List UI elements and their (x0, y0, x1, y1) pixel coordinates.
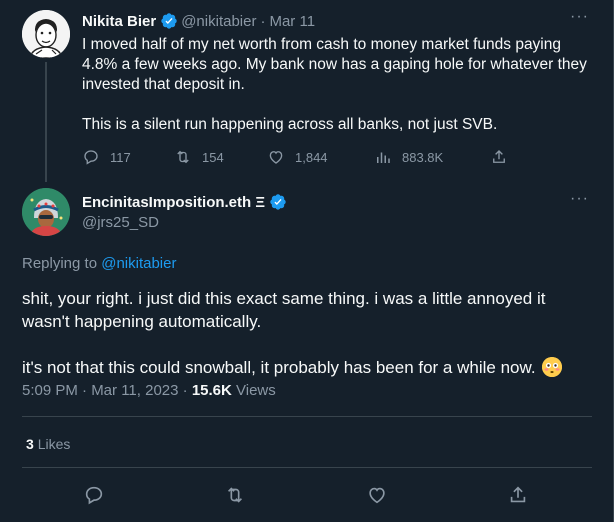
retweet-icon (227, 487, 243, 503)
replying-to-link[interactable]: @nikitabier (101, 255, 176, 272)
views-button[interactable]: 883.8K (374, 148, 443, 166)
retweet-button[interactable]: 154 (174, 148, 224, 166)
author-handle[interactable]: @jrs25_SD (82, 214, 159, 231)
reply-button[interactable] (83, 484, 105, 506)
tweet-paragraph: it's not that this could snowball, it pr… (22, 356, 592, 379)
replying-to: Replying to @nikitabier (22, 255, 176, 272)
avatar[interactable] (22, 10, 70, 58)
main-tweet-author: EncinitasImposition.eth Ξ (82, 193, 290, 211)
like-icon (369, 487, 385, 504)
views-count: 883.8K (402, 149, 444, 165)
replying-to-prefix: Replying to (22, 255, 98, 272)
tweet-date[interactable]: Mar 11 (269, 13, 315, 30)
thread-connector (45, 62, 47, 182)
reply-icon (85, 486, 103, 505)
author-name[interactable]: Nikita Bier (82, 13, 156, 30)
reply-icon (84, 150, 98, 165)
more-icon[interactable]: ··· (570, 190, 589, 208)
avatar-illustration (22, 188, 70, 236)
reply-count: 117 (110, 149, 131, 165)
verified-icon (160, 12, 178, 30)
divider (22, 467, 592, 468)
divider (22, 416, 592, 417)
like-button[interactable] (366, 484, 388, 506)
main-tweet-actions (0, 484, 614, 506)
tweet-paragraph-text: it's not that this could snowball, it pr… (22, 358, 536, 377)
parent-tweet-header: Nikita Bier @nikitabier · Mar 11 (82, 12, 315, 30)
views-count: 15.6K (191, 382, 232, 399)
avatar[interactable] (22, 188, 70, 236)
retweet-count: 154 (202, 149, 224, 165)
retweet-button[interactable] (224, 484, 246, 506)
likes-label: Likes (37, 436, 71, 452)
tweet-meta: 5:09 PM · Mar 11, 2023 · 15.6K Views (22, 382, 276, 399)
like-icon (269, 151, 283, 164)
tweet-text: I moved half of my net worth from cash t… (82, 36, 587, 133)
tweet-timestamp[interactable]: 5:09 PM · Mar 11, 2023 (22, 382, 178, 399)
tweet-paragraph: shit, your right. i just did this exact … (22, 289, 546, 331)
reply-button[interactable]: 117 (82, 148, 131, 166)
tweet-actions: 117 154 1,844 883.8K (82, 148, 522, 168)
likes-summary[interactable]: 3 Likes (26, 436, 70, 452)
likes-count: 3 (26, 436, 34, 452)
share-button[interactable] (507, 484, 529, 506)
flushed-face-emoji (541, 357, 562, 377)
share-button[interactable] (490, 148, 518, 166)
author-handle[interactable]: @nikitabier (181, 13, 256, 30)
verified-icon (269, 193, 287, 211)
separator-dot: · (260, 12, 266, 30)
avatar-illustration (22, 10, 70, 58)
author-name[interactable]: EncinitasImposition.eth Ξ (82, 194, 265, 211)
views-icon (377, 152, 390, 163)
like-button[interactable]: 1,844 (267, 148, 328, 166)
retweet-icon (177, 150, 189, 164)
views-label: Views (236, 382, 276, 399)
tweet-thread: Nikita Bier @nikitabier · Mar 11 ··· I m… (0, 0, 614, 522)
separator-dot: · (182, 382, 192, 399)
share-icon (493, 150, 505, 163)
share-icon (510, 486, 526, 503)
more-icon[interactable]: ··· (570, 8, 589, 26)
like-count: 1,844 (295, 149, 328, 165)
